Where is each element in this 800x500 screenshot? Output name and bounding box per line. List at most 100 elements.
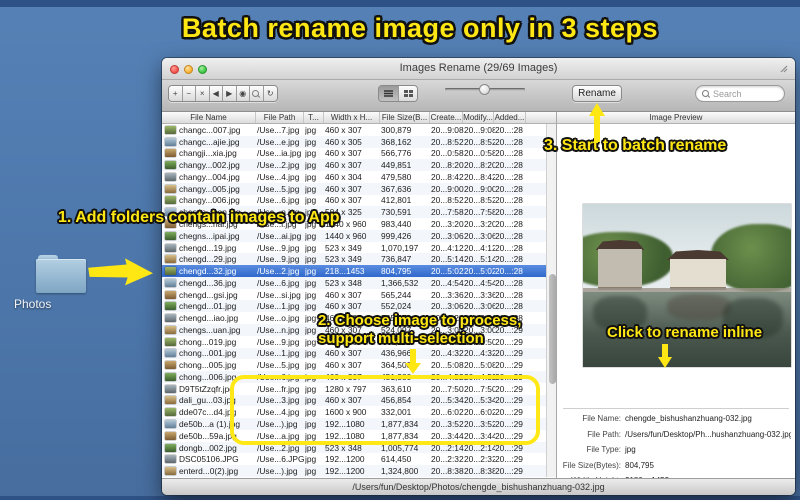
table-row[interactable]: changc...ajie.jpg/Use...e.jpg jpg 460 x 30… [162, 135, 546, 148]
titlebar[interactable]: Images Rename (29/69 Images) [162, 58, 795, 80]
cell-type: jpg [305, 136, 317, 147]
cell-size: 479,580 [381, 171, 412, 182]
table-row[interactable]: de50b...a (1).jpg/Use...).jpg jpg 192...10… [162, 418, 546, 430]
table-row[interactable]: de50b...59a.jpg/Use...a.jpg jpg 192...1080… [162, 430, 546, 442]
file-thumbnail [165, 408, 176, 417]
column-header-filesizeb[interactable]: File Size(B... [380, 112, 430, 123]
cell-dim: 460 x 307 [325, 301, 362, 312]
image-preview [583, 204, 791, 367]
column-header-widthxh[interactable]: Width x H... [324, 112, 380, 123]
step3-annotation: 3. Start to batch rename [544, 137, 727, 154]
info-separator [563, 408, 789, 409]
cell-size: 1,070,197 [381, 242, 419, 253]
table-row[interactable]: changy...004.jpg/Use...4.jpg jpg 460 x 304… [162, 171, 546, 183]
table-row[interactable]: changji...xia.jpg/Use...ia.jpg jpg 460 x 3… [162, 148, 546, 160]
table-row[interactable]: dongb...002.jpg/Use...2.jpg jpg 523 x 348 1… [162, 441, 546, 454]
cell-path: /Use...1.jpg [257, 301, 300, 312]
cell-name: de50b...a (1).jpg [179, 419, 240, 430]
next-button[interactable]: ▶ [223, 86, 237, 101]
column-header-added[interactable]: Added... [494, 112, 526, 123]
table-row[interactable]: chong...001.jpg/Use...1.jpg jpg 460 x 307 4… [162, 347, 546, 360]
table-row[interactable]: chengd...36.jpg/Use...6.jpg jpg 523 x 348 1… [162, 276, 546, 289]
cell-path: /Use...6.JPG [257, 454, 305, 465]
cell-name: chengd...01.jpg [179, 301, 237, 312]
refresh-button[interactable]: ↻ [263, 86, 277, 101]
cell-path: /Use...ai.jpg [257, 230, 302, 241]
column-header-filename[interactable]: File Name [162, 112, 256, 123]
grid-view-button[interactable] [398, 86, 417, 101]
column-header-t[interactable]: T... [304, 112, 324, 123]
table-row[interactable]: DSC05106.JPG/Use...6.JPG jpg 192...1200 614… [162, 453, 546, 465]
table-row[interactable]: chong...005.jpg/Use...5.jpg jpg 460 x 307 3… [162, 359, 546, 371]
step3-up-arrow-icon [589, 103, 605, 142]
cell-path: /Use...3.jpg [257, 395, 300, 406]
info-label: File Path: [587, 429, 621, 439]
cell-added: 20...:28 [495, 124, 523, 135]
cell-name: changc...ajie.jpg [179, 136, 240, 147]
cell-created: 20...3:36 [431, 289, 464, 300]
cell-type: jpg [305, 454, 317, 465]
file-thumbnail [165, 431, 176, 440]
cell-name: changy...006.jpg [179, 195, 240, 206]
cell-created: 20...9:08 [431, 124, 464, 135]
thumbnail-zoomer-slider[interactable] [445, 84, 525, 95]
cell-name: chengd...29.jpg [179, 254, 237, 265]
cell-modified: 20...5:08 [464, 360, 495, 371]
file-thumbnail [165, 255, 176, 264]
table-row[interactable]: enterd...0(2).jpg/Use...).jpg jpg 192...12… [162, 465, 546, 477]
toolbar: +−×◀▶◉↻ Thumbnail Zoomer Rename Search [162, 80, 795, 126]
column-header-modify[interactable]: Modify... [463, 112, 494, 123]
cell-dim: 460 x 304 [325, 171, 362, 182]
column-header-create[interactable]: Create... [430, 112, 463, 123]
cell-modified: 20...0:58 [464, 148, 495, 159]
info-value[interactable]: chengde_bishushanzhuang-032.jpg [621, 414, 752, 423]
preview-button[interactable]: ◉ [236, 86, 250, 101]
cell-created: 20...3:52 [431, 419, 464, 430]
prev-button[interactable]: ◀ [209, 86, 223, 101]
top-border-strip [0, 0, 800, 7]
column-header-filepath[interactable]: File Path [256, 112, 304, 123]
cell-modified: 20...7:50 [464, 383, 495, 394]
cell-path: /Use...e.jpg [257, 136, 300, 147]
cell-modified: 20...9:00 [464, 183, 495, 194]
cell-added: 20...:28 [495, 183, 523, 194]
table-row[interactable]: D9T5tZzqfr.jpg/Use...fr.jpg jpg 1280 x 797… [162, 383, 546, 395]
photos-folder-icon[interactable] [36, 255, 86, 295]
delete-button[interactable]: × [196, 86, 210, 101]
cell-added: 20...:29 [495, 371, 523, 382]
cell-created: 20...8:38 [431, 466, 464, 477]
table-row[interactable]: changy...005.jpg/Use...5.jpg jpg 460 x 307… [162, 182, 546, 195]
table-row[interactable]: changc...007.jpg/Use...7.jpg jpg 460 x 307… [162, 124, 546, 136]
search-input[interactable]: Search [695, 85, 785, 102]
resize-icon[interactable] [779, 64, 789, 74]
cell-added: 20...:29 [495, 348, 523, 359]
cell-size: 368,162 [381, 136, 412, 147]
table-row[interactable]: chengd...gsi.jpg/Use...si.jpg jpg 460 x 30… [162, 289, 546, 301]
slider-knob[interactable] [479, 84, 490, 95]
cell-name: dongb...002.jpg [179, 442, 237, 453]
table-row[interactable]: chengd...32.jpg/Use...2.jpg jpg 218...1453… [162, 265, 546, 277]
scrollbar-thumb[interactable] [548, 274, 556, 384]
table-row[interactable]: dali_gu...03.jpg/Use...3.jpg jpg 460 x 307… [162, 394, 546, 407]
table-row[interactable]: chong...006.jpg/Use...6.jpg jpg 460 x 307 4… [162, 371, 546, 383]
add-button[interactable]: + [169, 86, 183, 101]
table-scrollbar[interactable] [546, 124, 556, 477]
cell-dim: 460 x 307 [325, 124, 362, 135]
cell-size: 363,610 [381, 383, 412, 394]
rename-button[interactable]: Rename [572, 85, 622, 102]
search-button[interactable] [250, 86, 264, 101]
cell-size: 552,024 [381, 301, 412, 312]
cell-path: /Use...n.jpg [257, 324, 300, 335]
remove-button[interactable]: − [182, 86, 196, 101]
file-thumbnail [165, 455, 176, 464]
table-row[interactable]: changy...002.jpg/Use...2.jpg jpg 460 x 307… [162, 159, 546, 172]
file-thumbnail [165, 361, 176, 370]
table-row[interactable]: chengd...01.jpg/Use...1.jpg jpg 460 x 307 5… [162, 300, 546, 313]
table-row[interactable]: changy...006.jpg/Use...6.jpg jpg 460 x 307… [162, 195, 546, 207]
table-row[interactable]: chegns...ipai.jpg/Use...ai.jpg jpg 1440 x … [162, 229, 546, 242]
table-row[interactable]: chengd...19.jpg/Use...9.jpg jpg 523 x 349 1… [162, 242, 546, 254]
table-row[interactable]: dde07c...d4.jpg/Use...4.jpg jpg 1600 x 900… [162, 406, 546, 418]
table-row[interactable]: chengd...29.jpg/Use...9.jpg jpg 523 x 349 7… [162, 253, 546, 266]
list-view-button[interactable] [379, 86, 398, 101]
cell-size: 367,636 [381, 183, 412, 194]
